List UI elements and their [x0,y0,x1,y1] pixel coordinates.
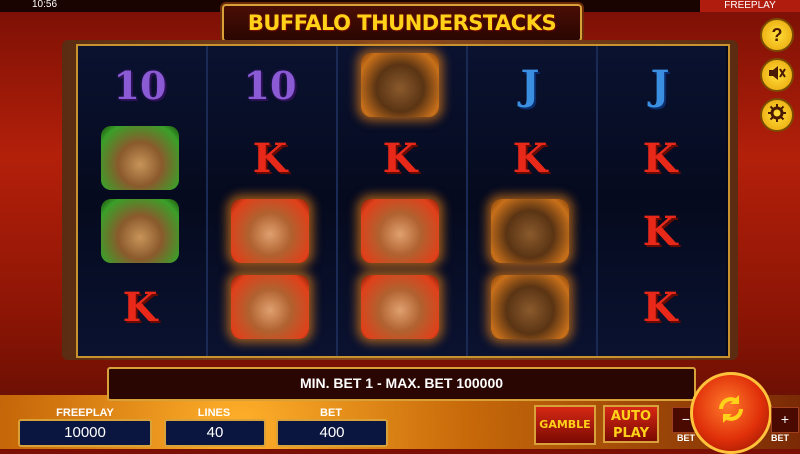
settings-button[interactable] [760,98,794,132]
help-button[interactable]: ? [760,18,794,52]
deer-icon [101,126,179,190]
bet-decrease-label: BET [677,433,695,443]
symbol-10: 10 [113,62,167,108]
symbol-k: K [642,134,678,182]
cougar-icon [231,199,309,263]
bear-icon [491,275,569,339]
lines-label: LINES [197,407,231,419]
symbol-k: K [382,134,418,182]
symbol-10: 10 [243,62,297,108]
symbol-k: K [122,283,158,331]
symbol-bear [475,196,585,266]
cougar-icon [361,275,439,339]
spin-button[interactable] [690,372,772,454]
freeplay-label: FREEPLAY [56,407,114,419]
gear-icon [768,103,786,127]
bear-icon [491,199,569,263]
cougar-icon [231,275,309,339]
bet-info-bar: MIN. BET 1 - MAX. BET 100000 [107,367,696,401]
bet-increase-button[interactable]: + [771,407,799,433]
symbol-bear [475,272,585,342]
help-icon: ? [771,24,783,45]
symbol-k: K [642,283,678,331]
bet-increase-label: BET [771,433,789,443]
bear-icon [361,53,439,117]
freeplay-balance: 10000 [18,419,152,447]
spin-icon [713,391,749,436]
symbol-deer [85,123,195,193]
bet-label: BET [320,407,342,419]
symbol-cougar [215,196,325,266]
symbol-bear [345,50,455,120]
game-title: BUFFALO THUNDERSTACKS [247,11,557,35]
clock: 10:56 [32,0,58,10]
title-plate: BUFFALO THUNDERSTACKS [222,4,582,42]
mode-badge: FREEPLAY [700,0,800,12]
symbol-j: J [650,61,670,109]
symbol-deer [85,196,195,266]
deer-icon [101,199,179,263]
autoplay-label-line2: PLAY [612,426,650,441]
autoplay-label-line1: AUTO [610,409,652,424]
sound-icon [768,65,786,86]
bet-limits-text: MIN. BET 1 - MAX. BET 100000 [299,375,504,391]
sound-button[interactable] [760,58,794,92]
gamble-button[interactable]: GAMBLE [534,405,596,445]
autoplay-button[interactable]: AUTO PLAY [603,405,659,443]
symbol-cougar [215,272,325,342]
symbol-cougar [345,196,455,266]
symbol-k: K [252,134,288,182]
symbol-j: J [520,61,540,109]
lines-value: 40 [164,419,266,447]
bet-value: 400 [276,419,388,447]
symbol-k: K [512,134,548,182]
cougar-icon [361,199,439,263]
symbol-cougar [345,272,455,342]
symbol-k: K [642,207,678,255]
